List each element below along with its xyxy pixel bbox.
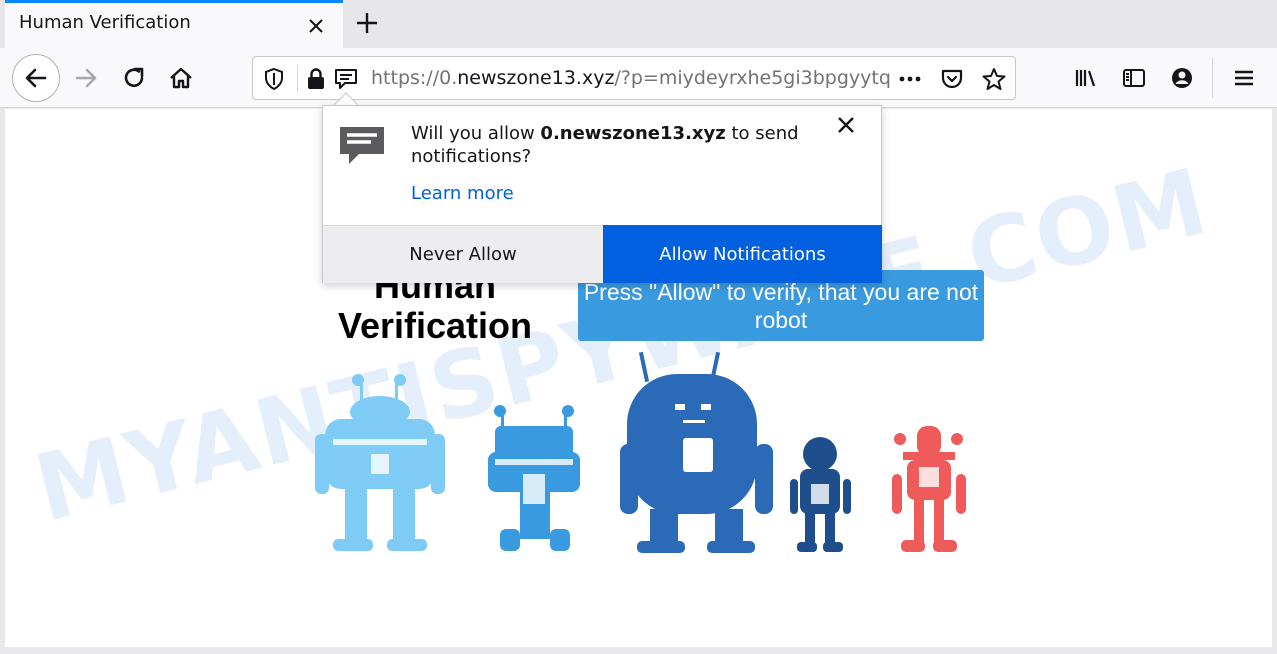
forward-icon: [75, 68, 97, 88]
url-bar[interactable]: https://0.newszone13.xyz/?p=miydeyrxhe5g…: [252, 56, 1016, 100]
reload-icon: [124, 67, 144, 87]
url-path: /?p=miydeyrxhe5gi3bpgyytq6: [614, 67, 891, 89]
lock-icon[interactable]: [303, 66, 329, 92]
tab-strip: Human Verification: [0, 0, 1277, 48]
tab-active[interactable]: Human Verification: [5, 0, 343, 48]
toolbar-separator: [1212, 58, 1213, 98]
notification-icon: [340, 127, 384, 164]
url-divider: [297, 65, 298, 93]
home-icon: [170, 67, 192, 89]
account-button[interactable]: [1162, 58, 1202, 98]
robot-light-blue: [315, 374, 445, 551]
robots-illustration: [315, 351, 966, 553]
robot-navy-small: [790, 437, 851, 552]
menu-icon: [1235, 70, 1253, 86]
notification-icon[interactable]: [333, 66, 359, 92]
robot-red: [892, 426, 966, 552]
reload-button[interactable]: [114, 58, 154, 98]
popup-msg-prefix: Will you allow: [411, 123, 541, 144]
plus-icon[interactable]: [354, 10, 380, 36]
pocket-icon[interactable]: [939, 66, 965, 92]
allow-notifications-button[interactable]: Allow Notifications: [603, 225, 882, 283]
sidebar-button[interactable]: [1114, 58, 1154, 98]
robot-dark-blue: [620, 351, 773, 553]
back-button[interactable]: [12, 54, 60, 102]
menu-button[interactable]: [1224, 58, 1264, 98]
close-icon[interactable]: [305, 15, 327, 37]
robot-medium-blue: [488, 405, 580, 551]
url-scheme: https://0.: [371, 67, 458, 89]
star-icon[interactable]: [981, 66, 1007, 92]
more-icon[interactable]: [897, 66, 923, 92]
close-icon[interactable]: [835, 114, 857, 136]
tab-title: Human Verification: [19, 12, 191, 33]
url-host: newszone13.xyz: [457, 67, 615, 89]
popup-msg-host: 0.newszone13.xyz: [540, 123, 726, 144]
sidebar-icon: [1123, 69, 1145, 87]
learn-more-link[interactable]: Learn more: [411, 183, 514, 204]
never-allow-button[interactable]: Never Allow: [323, 225, 603, 283]
forward-button[interactable]: [66, 58, 106, 98]
library-button[interactable]: [1066, 58, 1106, 98]
library-icon: [1075, 70, 1096, 87]
shield-icon[interactable]: [261, 66, 287, 92]
url-text[interactable]: https://0.newszone13.xyz/?p=miydeyrxhe5g…: [371, 67, 891, 89]
home-button[interactable]: [161, 58, 201, 98]
popup-message: Will you allow 0.newszone13.xyz to send …: [411, 122, 831, 168]
notification-permission-popup: Will you allow 0.newszone13.xyz to send …: [322, 105, 882, 283]
account-icon: [1172, 68, 1192, 88]
back-icon: [25, 68, 47, 88]
nav-bar: https://0.newszone13.xyz/?p=miydeyrxhe5g…: [0, 48, 1277, 108]
